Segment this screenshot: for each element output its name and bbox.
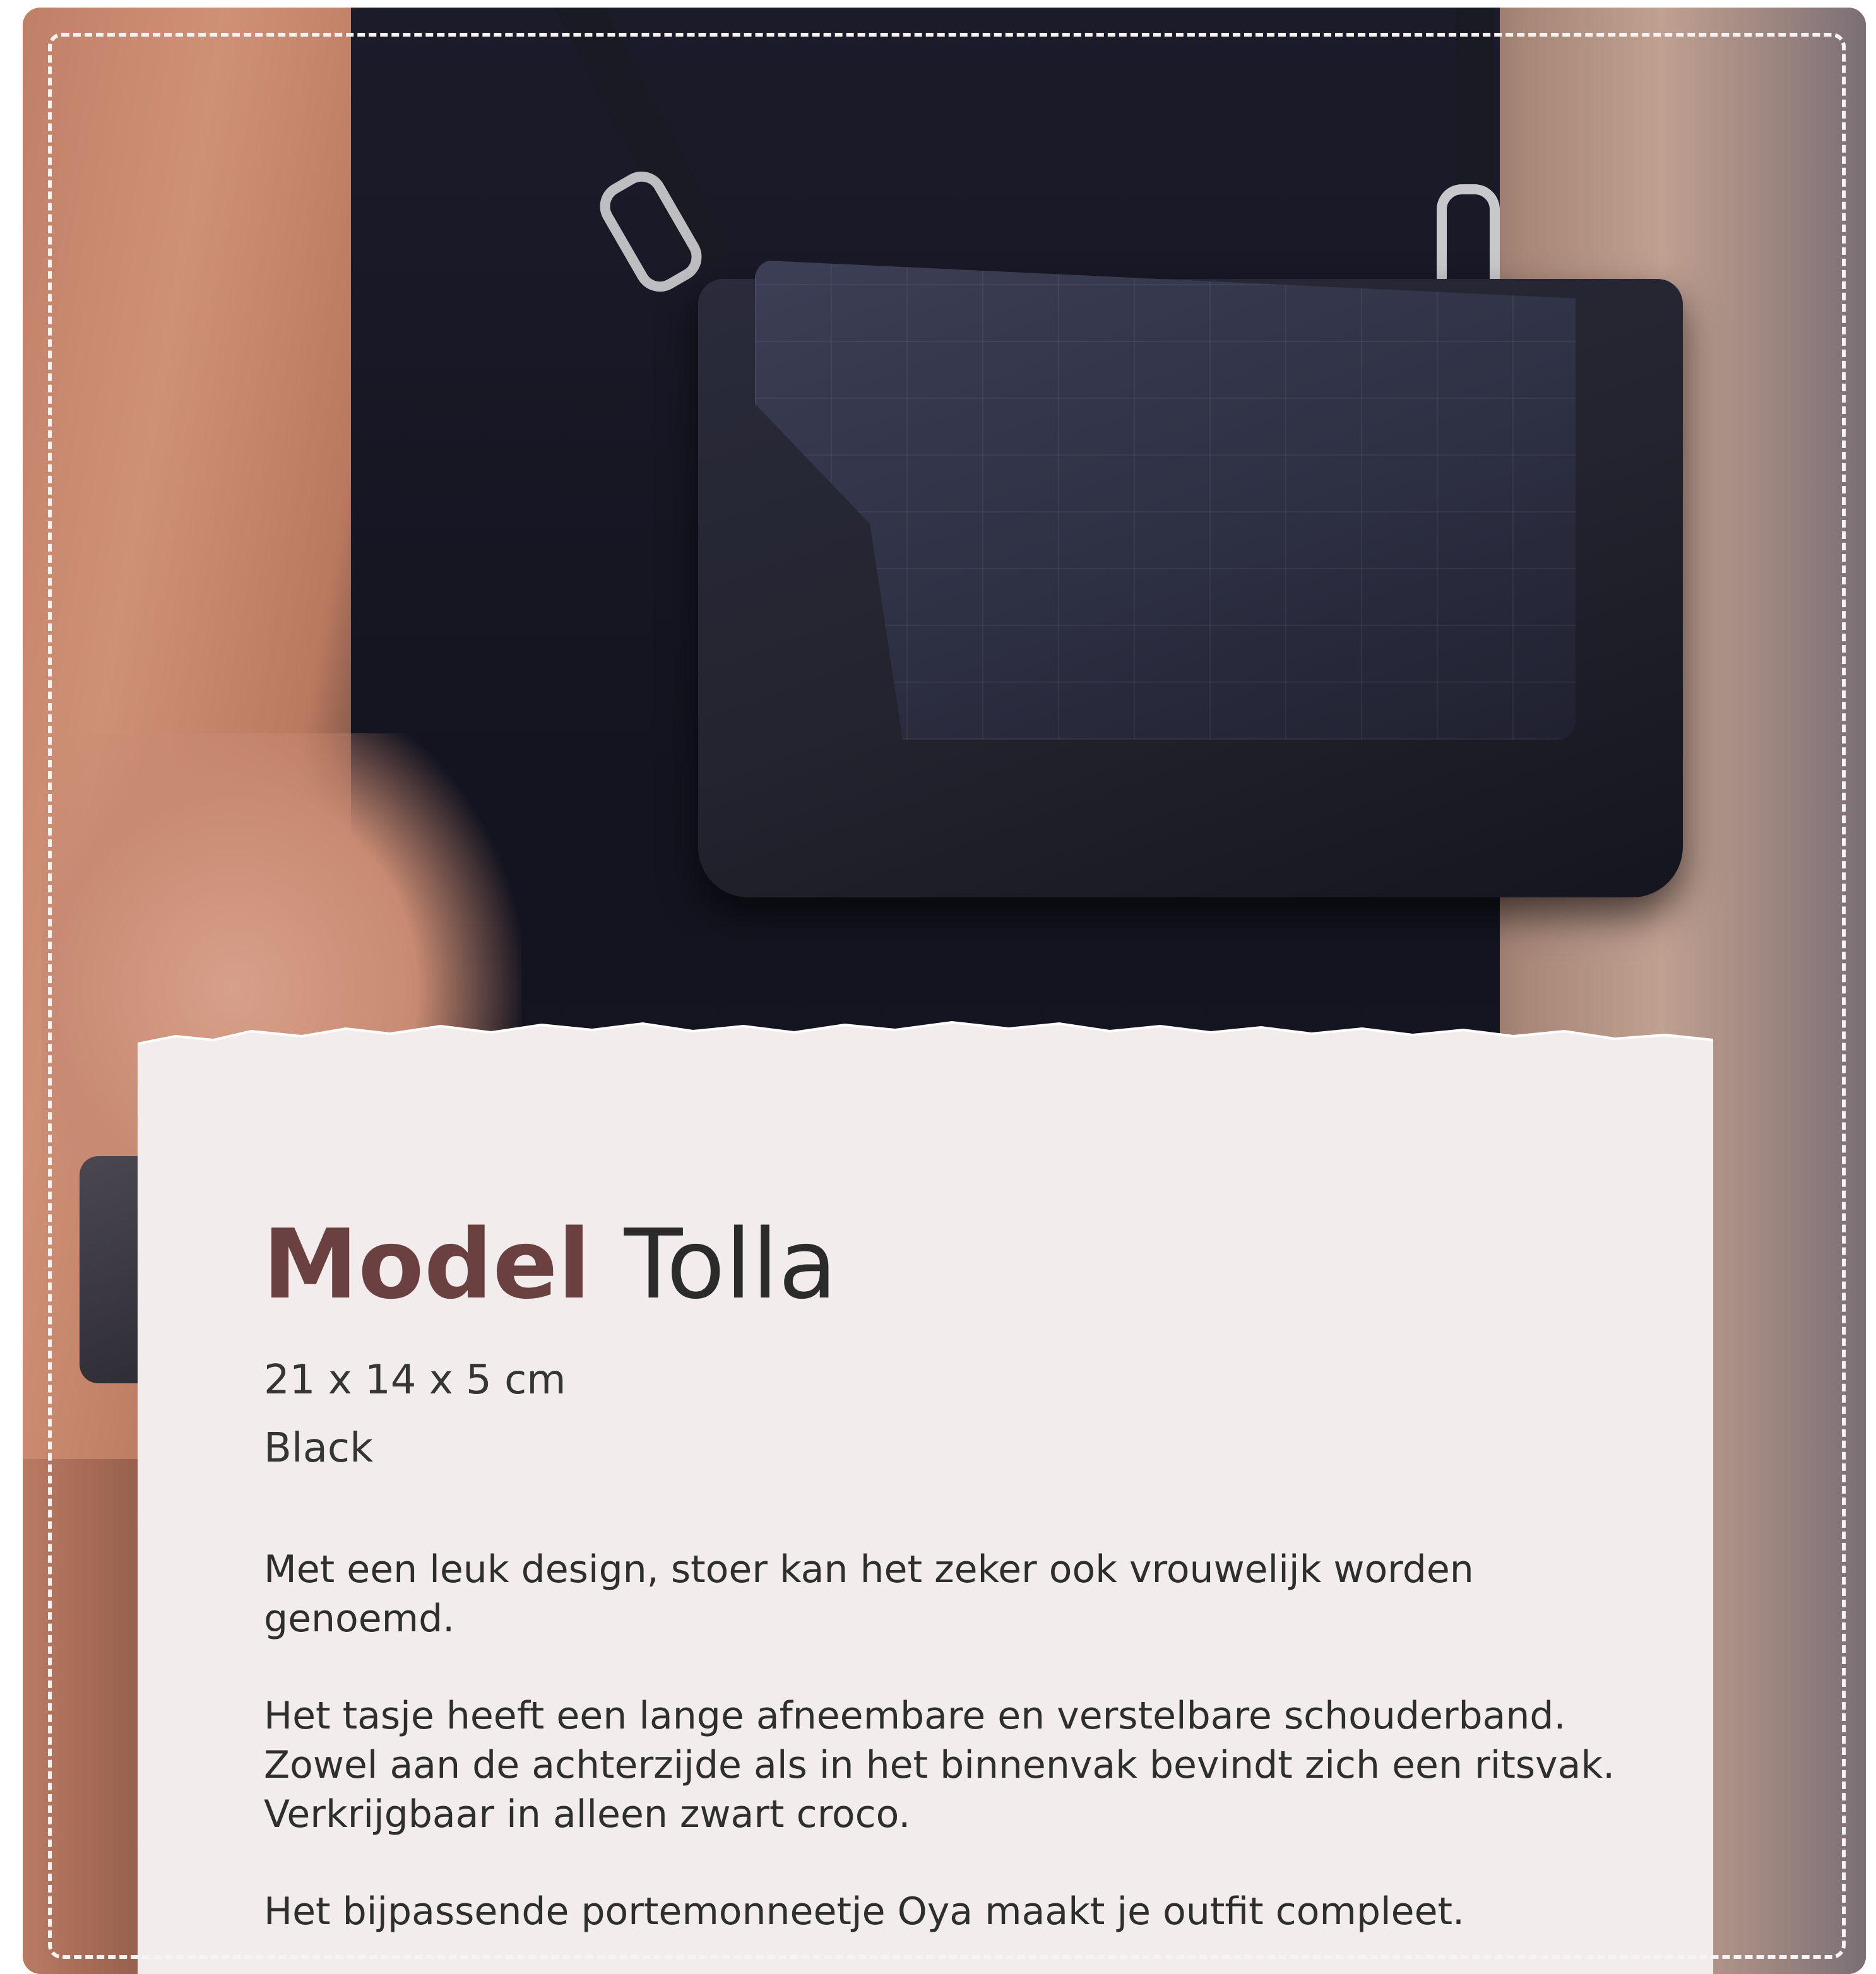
description-paragraph-2: Het tasje heeft een lange afneembare en … [264, 1694, 1615, 1836]
product-title: Model Tolla [263, 1212, 837, 1317]
product-title-name: Tolla [624, 1209, 838, 1320]
product-color: Black [264, 1425, 374, 1472]
product-dimensions: 21 x 14 x 5 cm [264, 1357, 566, 1404]
description-paragraph-1: Met een leuk design, stoer kan het zeker… [264, 1547, 1474, 1641]
product-title-model: Model [263, 1209, 591, 1320]
bag-strap-right [1456, 8, 1493, 197]
description-paragraph-3: Het bijpassende portemonneetje Oya maakt… [264, 1889, 1465, 1934]
